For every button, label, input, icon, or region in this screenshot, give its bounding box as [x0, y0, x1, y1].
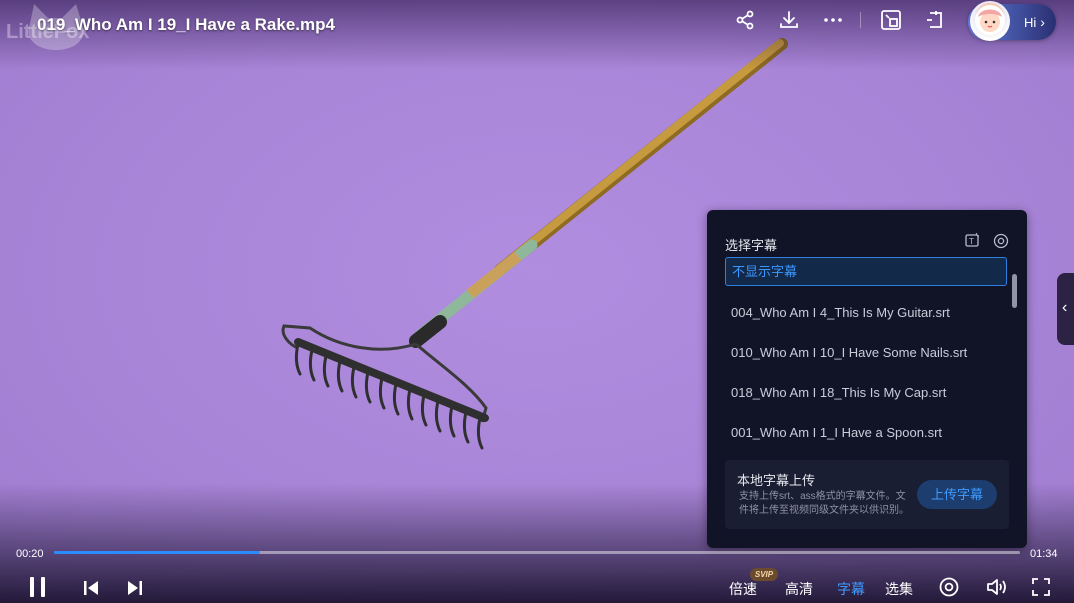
- subtitle-option[interactable]: 001_Who Am I 1_I Have a Spoon.srt: [731, 425, 1001, 440]
- video-title: 019_Who Am I 19_I Have a Rake.mp4: [37, 15, 335, 34]
- current-time: 00:20: [16, 548, 44, 560]
- subtitle-option[interactable]: 018_Who Am I 18_This Is My Cap.srt: [731, 385, 1001, 400]
- more-icon[interactable]: [821, 8, 845, 32]
- chevron-left-icon: ‹: [1062, 299, 1068, 316]
- share-icon[interactable]: [733, 8, 757, 32]
- subtitle-option[interactable]: 004_Who Am I 4_This Is My Guitar.srt: [731, 305, 1001, 320]
- download-icon[interactable]: [777, 8, 801, 32]
- progress-bar[interactable]: [54, 551, 1020, 554]
- hi-label: Hi: [1024, 14, 1037, 30]
- assistant-avatar: [970, 1, 1010, 41]
- quality-button[interactable]: 高清: [785, 579, 813, 599]
- subtitle-option-none[interactable]: 不显示字幕: [725, 257, 1007, 286]
- subtitle-panel-title: 选择字幕: [725, 238, 778, 253]
- chevron-right-icon: ›: [1040, 14, 1045, 30]
- svip-badge: SVIP: [750, 568, 778, 581]
- subtitle-search-icon[interactable]: T: [964, 232, 982, 250]
- video-frame[interactable]: LittleFox 019_Who Am I 19_I Have a Rake.…: [0, 0, 1074, 603]
- upload-title: 本地字幕上传: [737, 473, 816, 488]
- side-panel-toggle[interactable]: ‹: [1057, 273, 1074, 345]
- subtitle-settings-icon[interactable]: [992, 232, 1010, 250]
- subtitle-option[interactable]: 010_Who Am I 10_I Have Some Nails.srt: [731, 345, 1001, 360]
- toolbar-divider: [860, 12, 861, 28]
- volume-icon[interactable]: [985, 576, 1009, 598]
- assistant-hi-button[interactable]: Hi ›: [968, 1, 1056, 41]
- episodes-button[interactable]: 选集: [885, 579, 913, 599]
- subtitle-panel: 选择字幕 T 不显示字幕 004_Who Am I 4_This Is My G…: [707, 210, 1027, 548]
- next-icon[interactable]: [126, 579, 144, 597]
- svg-text:T: T: [969, 237, 974, 246]
- total-time: 01:34: [1030, 548, 1058, 560]
- upload-subtitle-button[interactable]: 上传字幕: [917, 480, 997, 509]
- pause-icon[interactable]: [28, 576, 48, 598]
- progress-played: [54, 551, 260, 554]
- pin-window-icon[interactable]: [924, 8, 948, 32]
- settings-icon[interactable]: [938, 576, 960, 598]
- fullscreen-icon[interactable]: [1031, 577, 1051, 597]
- local-subtitle-upload: 本地字幕上传 支持上传srt、ass格式的字幕文件。文件将上传至视频同级文件夹以…: [725, 460, 1009, 529]
- subtitle-list-scrollbar[interactable]: [1012, 274, 1017, 308]
- picture-in-picture-icon[interactable]: [879, 8, 903, 32]
- speed-button[interactable]: 倍速: [729, 579, 757, 599]
- previous-icon[interactable]: [82, 579, 100, 597]
- upload-description: 支持上传srt、ass格式的字幕文件。文件将上传至视频同级文件夹以供识别。: [739, 491, 909, 516]
- subtitle-button[interactable]: 字幕: [837, 579, 865, 599]
